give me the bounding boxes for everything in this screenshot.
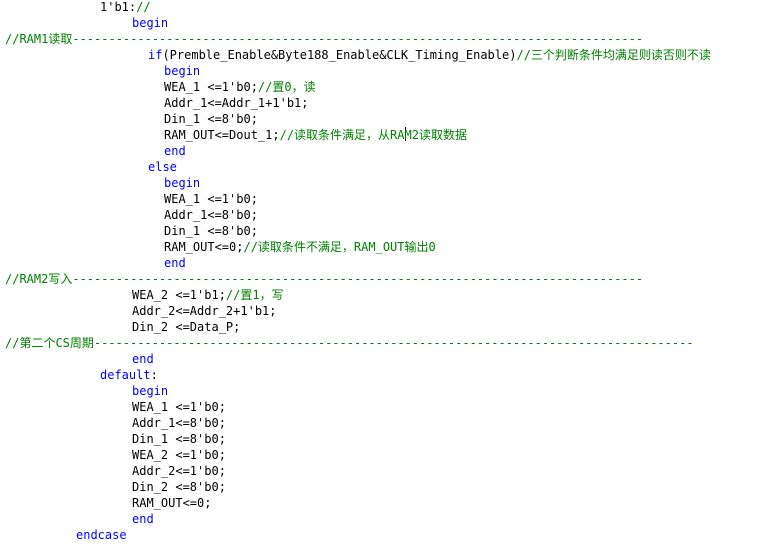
code-line[interactable]: Din_2 <=8'b0; (132, 479, 226, 495)
code-line[interactable]: WEA_1 <=1'b0; (132, 399, 226, 415)
code-line[interactable]: Addr_1<=8'b0; (164, 207, 258, 223)
code-token: WEA_2 <=1'b1; (132, 288, 226, 302)
code-token: WEA_2 <=1'b0; (132, 448, 226, 462)
code-token: 1'b1: (100, 0, 137, 14)
comment-token: M2读取数据 (404, 128, 467, 142)
code-token: Din_1 <=8'b0; (164, 224, 258, 238)
keyword-token: end (132, 352, 154, 366)
comment-token: //置0，读 (257, 80, 316, 94)
code-line[interactable]: Din_1 <=8'b0; (164, 111, 258, 127)
code-editor[interactable]: 1'b1://begin//RAM1读取--------------------… (0, 0, 771, 544)
code-line[interactable]: WEA_2 <=1'b0; (132, 447, 226, 463)
code-line[interactable]: endcase (76, 527, 127, 543)
keyword-token: end (132, 512, 154, 526)
code-line[interactable]: end (132, 351, 154, 367)
code-token: Addr_1<=Addr_1+1'b1; (164, 96, 309, 110)
code-token: (Premble_Enable&Byte188_Enable&CLK_Timin… (162, 48, 517, 62)
keyword-token: begin (164, 64, 201, 78)
code-line[interactable]: RAM_OUT<=0;//读取条件不满足，RAM_OUT输出0 (164, 239, 436, 255)
code-line[interactable]: if(Premble_Enable&Byte188_Enable&CLK_Tim… (148, 47, 711, 63)
code-line[interactable]: //RAM1读取--------------------------------… (5, 31, 643, 47)
code-line[interactable]: default: (100, 367, 158, 383)
keyword-token: begin (132, 384, 169, 398)
comment-token: //RAM2写入--------------------------------… (5, 272, 644, 286)
code-token: Din_2 <=Data_P; (132, 320, 241, 334)
code-token: WEA_1 <=1'b0; (164, 80, 258, 94)
code-line[interactable]: 1'b1:// (100, 0, 151, 15)
keyword-token: default (100, 368, 151, 382)
code-token: RAM_OUT<=0; (132, 496, 212, 510)
code-token: RAM_OUT<=0; (164, 240, 244, 254)
keyword-token: end (164, 144, 186, 158)
comment-token: //三个判断条件均满足则读否则不读 (516, 48, 711, 62)
code-line[interactable]: //RAM2写入--------------------------------… (5, 271, 643, 287)
code-token: RAM_OUT<=Dout_1; (164, 128, 280, 142)
keyword-token: begin (132, 16, 169, 30)
keyword-token: else (148, 160, 177, 174)
code-line[interactable]: begin (164, 175, 200, 191)
code-line[interactable]: end (132, 511, 154, 527)
code-line[interactable]: RAM_OUT<=Dout_1;//读取条件满足，从RAM2读取数据 (164, 127, 467, 143)
code-token: Addr_1<=8'b0; (132, 416, 226, 430)
code-token: WEA_1 <=1'b0; (164, 192, 258, 206)
code-token: WEA_1 <=1'b0; (132, 400, 226, 414)
comment-token: // (136, 0, 151, 14)
code-token: Din_1 <=8'b0; (132, 432, 226, 446)
code-line[interactable]: end (164, 143, 186, 159)
keyword-token: begin (164, 176, 201, 190)
code-line[interactable]: begin (164, 63, 200, 79)
keyword-token: end (164, 256, 186, 270)
code-line[interactable]: Addr_1<=Addr_1+1'b1; (164, 95, 309, 111)
code-token: Addr_1<=8'b0; (164, 208, 258, 222)
code-line[interactable]: Din_2 <=Data_P; (132, 319, 240, 335)
keyword-token: if (148, 48, 163, 62)
code-line[interactable]: begin (132, 15, 168, 31)
code-token: Din_2 <=8'b0; (132, 480, 226, 494)
code-token: Addr_2<=Addr_2+1'b1; (132, 304, 277, 318)
code-line[interactable]: begin (132, 383, 168, 399)
code-line[interactable]: WEA_1 <=1'b0; (164, 191, 258, 207)
code-line[interactable]: Addr_2<=1'b0; (132, 463, 226, 479)
code-line[interactable]: else (148, 159, 177, 175)
code-line[interactable]: Addr_1<=8'b0; (132, 415, 226, 431)
code-token: : (150, 368, 158, 382)
comment-token: //置1，写 (225, 288, 284, 302)
code-token: Addr_2<=1'b0; (132, 464, 226, 478)
code-line[interactable]: WEA_1 <=1'b0;//置0，读 (164, 79, 316, 95)
code-line[interactable]: WEA_2 <=1'b1;//置1，写 (132, 287, 284, 303)
code-line[interactable]: end (164, 255, 186, 271)
code-line[interactable]: Din_1 <=8'b0; (132, 431, 226, 447)
comment-token: //第二个CS周期-------------------------------… (5, 336, 694, 350)
code-line[interactable]: RAM_OUT<=0; (132, 495, 211, 511)
comment-token: //读取条件不满足，RAM_OUT输出0 (243, 240, 436, 254)
code-token: Din_1 <=8'b0; (164, 112, 258, 126)
keyword-token: endcase (76, 528, 127, 542)
code-line[interactable]: Din_1 <=8'b0; (164, 223, 258, 239)
comment-token: //RAM1读取--------------------------------… (5, 32, 644, 46)
comment-token: //读取条件满足，从RAM2读取数据 (279, 127, 467, 142)
code-line[interactable]: //第二个CS周期-------------------------------… (5, 335, 694, 351)
comment-token: //读取条件满足，从RA (279, 128, 405, 142)
code-line[interactable]: Addr_2<=Addr_2+1'b1; (132, 303, 277, 319)
